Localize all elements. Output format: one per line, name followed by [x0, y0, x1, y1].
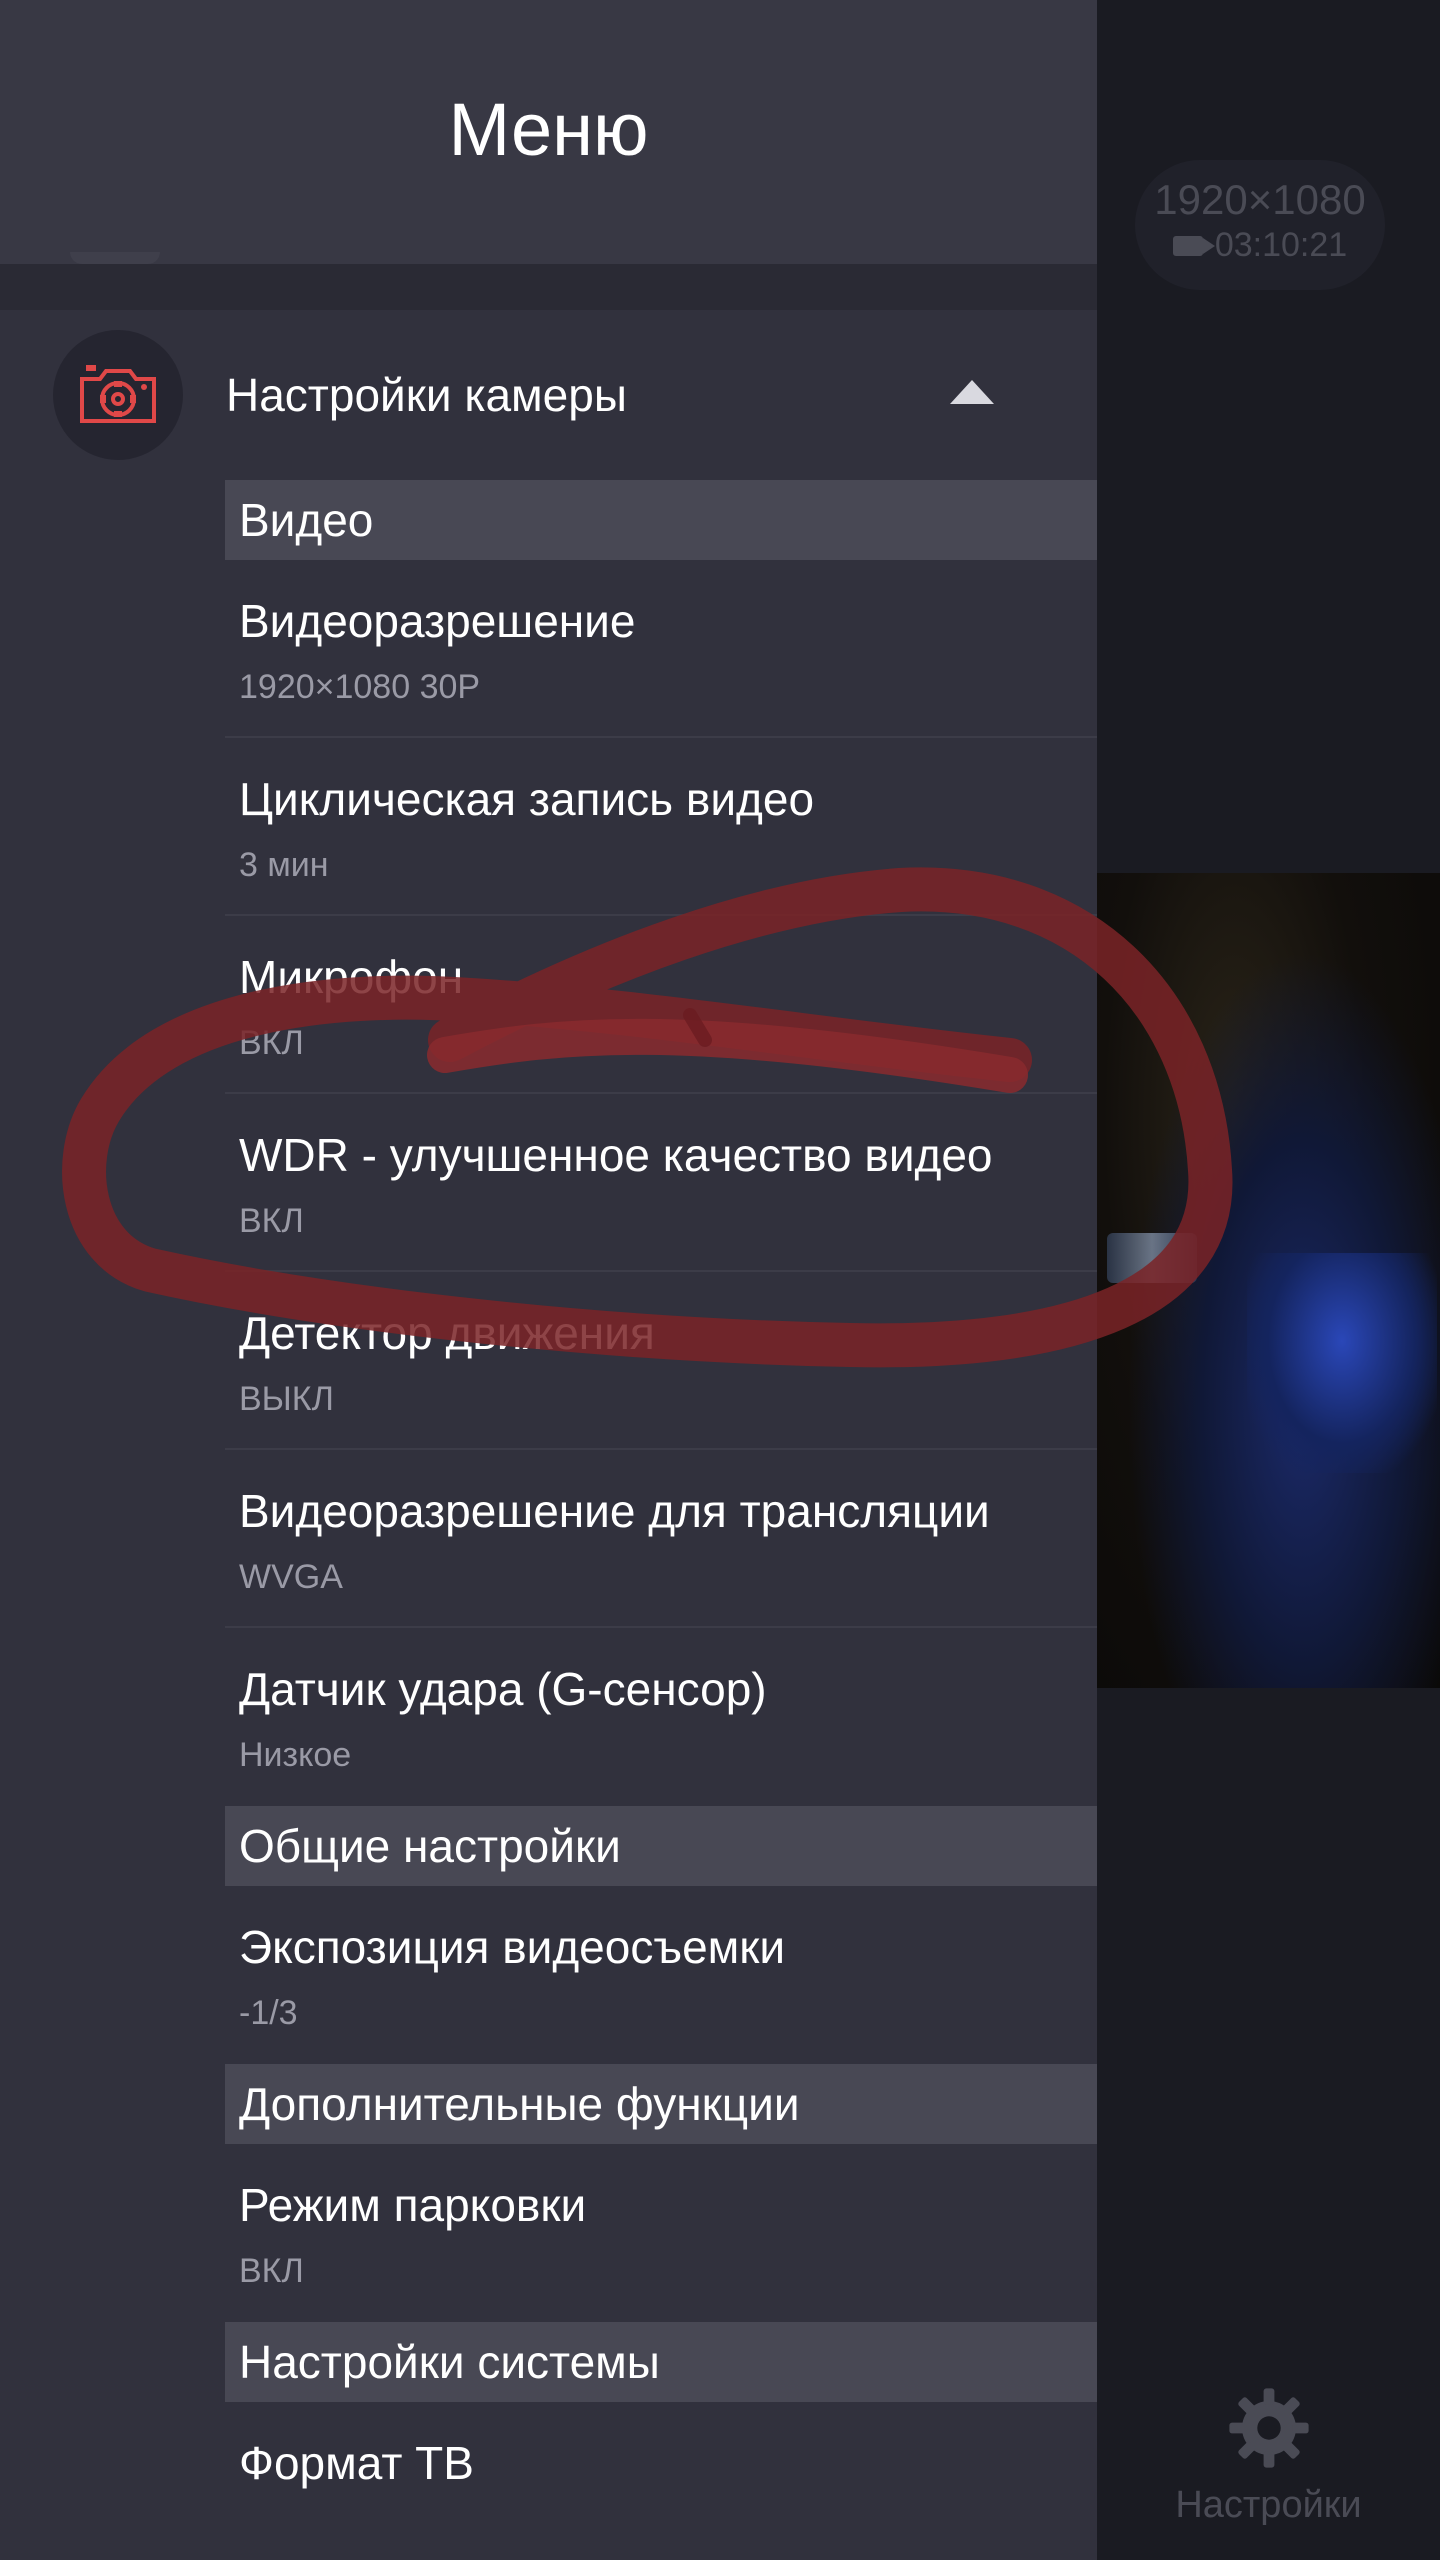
resolution-label: 1920×1080	[1154, 176, 1366, 223]
settings-tab-label: Настройки	[1175, 2484, 1362, 2526]
setting-wdr[interactable]: WDR - улучшенное качество видео ВКЛ	[225, 1094, 1097, 1272]
camera-preview	[1097, 873, 1440, 1688]
setting-value: -1/3	[239, 1994, 298, 2032]
setting-loop-recording[interactable]: Циклическая запись видео 3 мин	[225, 738, 1097, 916]
drawer-header: Меню	[0, 0, 1097, 264]
gear-icon	[1228, 2388, 1309, 2468]
setting-label: Датчик удара (G-сенсор)	[239, 1663, 767, 1715]
recording-time: 03:10:21	[1214, 226, 1348, 264]
setting-g-sensor[interactable]: Датчик удара (G-сенсор) Низкое	[225, 1628, 1097, 1806]
setting-label: Формат ТВ	[239, 2437, 474, 2489]
camera-settings-group[interactable]: Настройки камеры	[0, 310, 1097, 480]
setting-label: Микрофон	[239, 951, 464, 1003]
setting-label: Видеоразрешение для трансляции	[239, 1485, 990, 1537]
setting-value: 3 мин	[239, 846, 329, 884]
setting-value: ВКЛ	[239, 1202, 304, 1240]
settings-tab[interactable]: Настройки	[1097, 2355, 1440, 2560]
setting-video-resolution[interactable]: Видеоразрешение 1920×1080 30P	[225, 560, 1097, 738]
section-header-general: Общие настройки	[225, 1806, 1097, 1886]
menu-drawer: Меню Настройки камеры Видео Видеоразреше…	[0, 0, 1097, 2560]
recording-info: 1920×1080 03:10:21	[1135, 160, 1385, 290]
camera-background: 1920×1080 03:10:21 Настройки	[1097, 0, 1440, 2560]
setting-value: 1920×1080 30P	[239, 668, 481, 706]
setting-label: WDR - улучшенное качество видео	[239, 1129, 993, 1181]
section-header-video: Видео	[225, 480, 1097, 560]
setting-value: WVGA	[239, 1558, 343, 1596]
setting-label: Экспозиция видеосъемки	[239, 1921, 786, 1973]
camera-settings-label: Настройки камеры	[226, 369, 627, 421]
section-header-additional: Дополнительные функции	[225, 2064, 1097, 2144]
menu-title: Меню	[448, 88, 649, 171]
camera-icon	[80, 365, 156, 423]
previous-group-icon	[70, 252, 160, 264]
setting-motion-detector[interactable]: Детектор движения ВЫКЛ	[225, 1272, 1097, 1450]
video-camera-icon	[1172, 235, 1215, 256]
section-header-system: Настройки системы	[225, 2322, 1097, 2402]
setting-value: ВКЛ	[239, 2252, 304, 2290]
collapse-caret-icon[interactable]	[950, 380, 994, 404]
setting-label: Циклическая запись видео	[239, 773, 815, 825]
setting-parking-mode[interactable]: Режим парковки ВКЛ	[225, 2144, 1097, 2322]
setting-label: Видеоразрешение	[239, 595, 636, 647]
setting-stream-resolution[interactable]: Видеоразрешение для трансляции WVGA	[225, 1450, 1097, 1628]
camera-settings-icon	[53, 330, 183, 460]
setting-value: Низкое	[239, 1736, 352, 1774]
group-divider	[0, 264, 1097, 310]
setting-microphone[interactable]: Микрофон ВКЛ	[225, 916, 1097, 1094]
setting-value: ВКЛ	[239, 1024, 304, 1062]
setting-tv-format[interactable]: Формат ТВ	[225, 2402, 1097, 2502]
setting-label: Режим парковки	[239, 2179, 587, 2231]
setting-value: ВЫКЛ	[239, 1380, 334, 1418]
setting-exposure[interactable]: Экспозиция видеосъемки -1/3	[225, 1886, 1097, 2064]
setting-label: Детектор движения	[239, 1307, 655, 1359]
